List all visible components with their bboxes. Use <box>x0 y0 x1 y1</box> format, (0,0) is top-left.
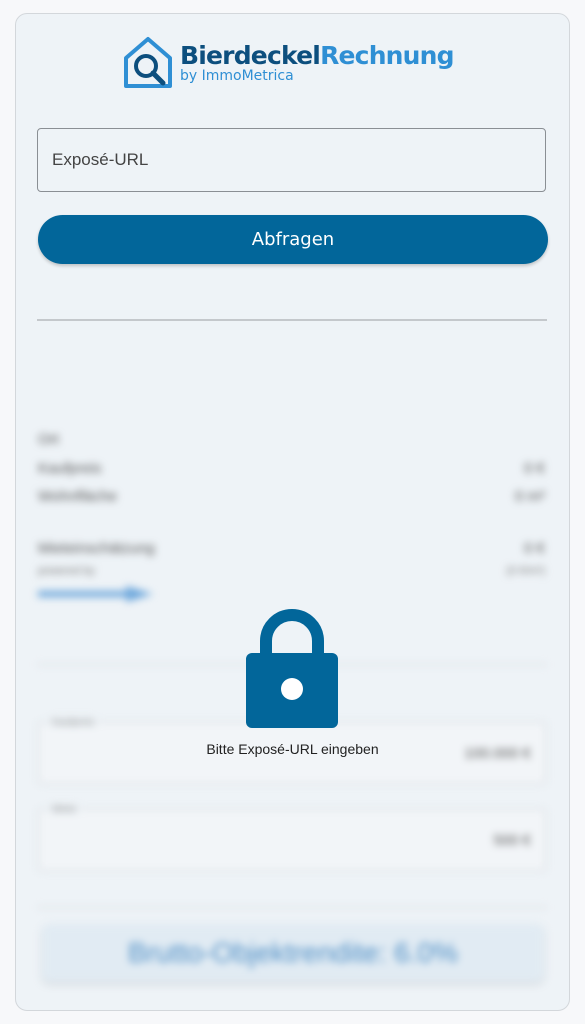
brand-subtitle: by ImmoMetrica <box>180 68 294 84</box>
mieteinschaetzung-label: Mieteinschätzung <box>38 540 155 557</box>
wohnflaeche-label: Wohnfläche <box>38 488 117 505</box>
wohnflaeche-value: 0 m² <box>515 488 545 505</box>
main-card: BierdeckelRechnung by ImmoMetrica Abfrag… <box>15 13 570 1011</box>
brand-name: BierdeckelRechnung <box>180 41 455 70</box>
brand-logo: BierdeckelRechnung by ImmoMetrica <box>122 36 455 90</box>
kaufpreis-box-label: Kaufpreis <box>49 717 98 728</box>
miete-box-value: 500 € <box>493 832 531 849</box>
kaufpreis-value: 0 € <box>524 460 545 477</box>
query-button[interactable]: Abfragen <box>38 215 548 264</box>
lock-icon <box>246 609 338 728</box>
per-sqm-value: (0 €/m²) <box>506 565 546 577</box>
section-divider <box>37 319 547 321</box>
blurred-divider-bottom <box>37 907 547 908</box>
partner-logo-arrow-icon <box>38 586 153 602</box>
expose-url-input[interactable] <box>37 128 546 192</box>
rendite-result: Brutto-Objektrendite: 6.0% <box>42 924 544 982</box>
house-search-icon <box>124 37 172 88</box>
powered-by-label: powered by <box>38 565 95 577</box>
kaufpreis-label: Kaufpreis <box>38 460 102 477</box>
mieteinschaetzung-value: 0 € <box>524 540 545 557</box>
miete-box-label: Miete <box>49 804 80 815</box>
miete-box: Miete 500 € <box>38 804 546 871</box>
ort-label: Ort <box>38 431 59 448</box>
lock-message: Bitte Exposé-URL eingeben <box>206 741 379 757</box>
